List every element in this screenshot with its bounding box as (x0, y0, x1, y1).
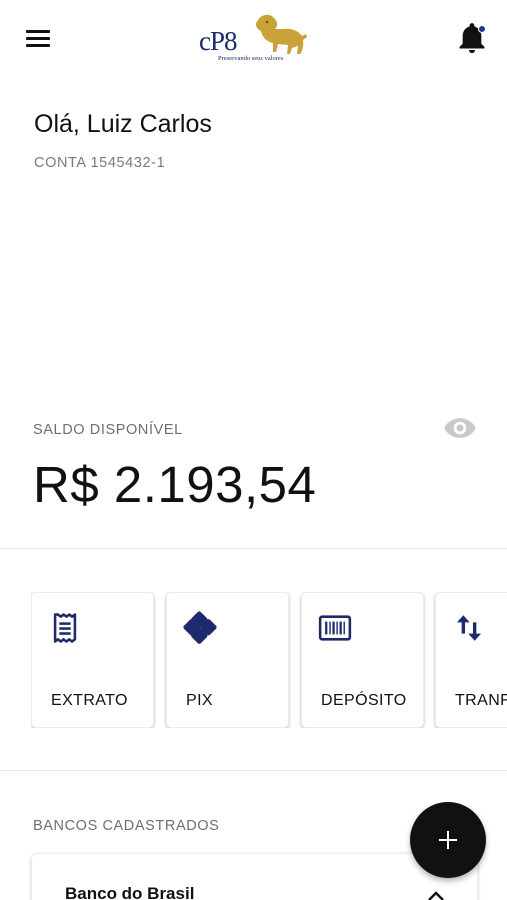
add-bank-button[interactable] (410, 802, 486, 878)
eye-icon[interactable] (443, 414, 477, 442)
action-deposito[interactable]: DEPÓSITO (301, 592, 424, 728)
balance-value: R$ 2.193,54 (33, 456, 317, 513)
barcode-icon (318, 615, 352, 641)
action-extrato[interactable]: EXTRATO (31, 592, 154, 728)
divider (0, 770, 507, 771)
action-label: PIX (186, 692, 213, 709)
action-label: TRANF (455, 692, 507, 709)
chevron-up-icon[interactable] (427, 890, 445, 900)
action-label: DEPÓSITO (321, 692, 407, 709)
pix-icon (183, 611, 217, 644)
action-pix[interactable]: PIX (166, 592, 289, 728)
brand-logo: cP8 Preservando seus valores (196, 10, 310, 68)
receipt-icon (53, 613, 77, 643)
notification-badge (478, 25, 486, 33)
quick-actions: EXTRATO PIX DEPÓSITO TRANF (31, 592, 507, 728)
bank-name: Banco do Brasil (65, 884, 195, 900)
balance-label: SALDO DISPONÍVEL (33, 422, 183, 438)
lion-icon (255, 14, 307, 55)
hamburger-menu-icon[interactable] (22, 24, 56, 54)
banks-section-title: BANCOS CADASTRADOS (33, 818, 220, 834)
logo-text: cP8 (199, 26, 237, 56)
action-transferencia[interactable]: TRANF (435, 592, 507, 728)
swap-vertical-icon (456, 615, 482, 641)
account-number: CONTA 1545432-1 (34, 155, 166, 171)
top-bar: cP8 Preservando seus valores (0, 0, 507, 80)
divider (0, 548, 507, 549)
logo-tagline: Preservando seus valores (218, 55, 284, 62)
action-label: EXTRATO (51, 692, 128, 709)
plus-icon-vertical (447, 831, 449, 849)
greeting-text: Olá, Luiz Carlos (34, 110, 212, 138)
bank-item[interactable]: Banco do Brasil (31, 853, 478, 900)
